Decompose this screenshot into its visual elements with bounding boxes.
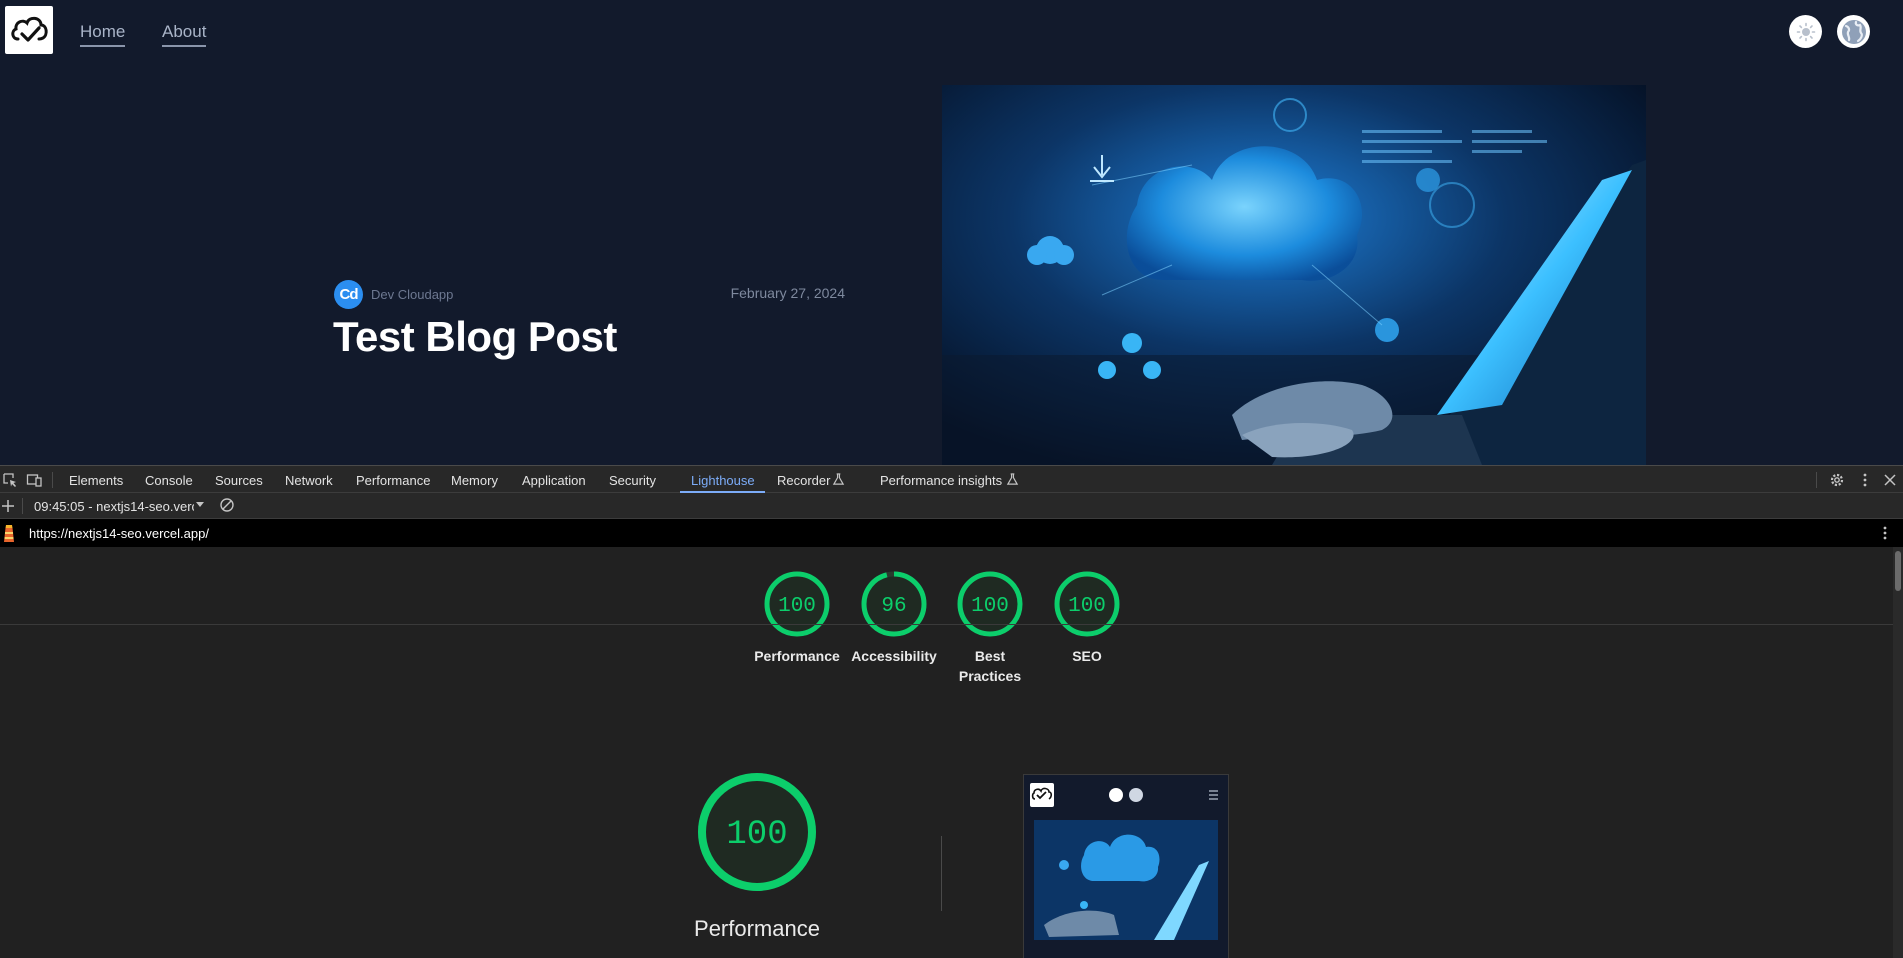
report-selector[interactable]: 09:45:05 - nextjs14-seo.verc — [34, 499, 194, 514]
tab-elements[interactable]: Elements — [69, 473, 123, 488]
toolbar-separator — [1816, 472, 1817, 488]
tab-lighthouse[interactable]: Lighthouse — [691, 473, 755, 488]
gauge-label-seo: SEO — [1072, 648, 1102, 664]
report-menu-icon[interactable] — [1877, 525, 1893, 541]
lighthouse-report — [0, 547, 1893, 958]
report-url[interactable]: https://nextjs14-seo.vercel.app/ — [29, 526, 209, 541]
performance-section-title: Performance — [694, 916, 820, 941]
tab-memory[interactable]: Memory — [451, 473, 498, 488]
website-viewport: Home About Cd Dev Cloudapp February 27, … — [0, 0, 1903, 465]
screen: Home About Cd Dev Cloudapp February 27, … — [0, 0, 1903, 958]
tab-console[interactable]: Console — [145, 473, 193, 488]
page-preview — [1024, 775, 1228, 958]
toolbar-separator — [22, 498, 23, 514]
sun-icon — [1796, 22, 1815, 41]
site-logo[interactable] — [5, 6, 53, 54]
report-url-bar: https://nextjs14-seo.vercel.app/ — [0, 519, 1903, 547]
inspect-element-icon[interactable] — [2, 472, 18, 488]
post-title: Test Blog Post — [333, 313, 617, 360]
gauge-score: 100 — [971, 595, 1009, 618]
nav-home-link[interactable]: Home — [80, 22, 126, 47]
scrollbar-thumb[interactable] — [1895, 551, 1901, 591]
post-date: February 27, 2024 — [730, 285, 845, 301]
globe-icon — [1841, 19, 1866, 44]
gauge-best-practices[interactable]: 100 — [957, 571, 1023, 637]
tab-performance-insights[interactable]: Performance insights — [880, 473, 1002, 488]
theme-toggle-button[interactable] — [1789, 15, 1822, 48]
experimental-flask-icon — [1006, 473, 1019, 485]
plus-icon[interactable] — [0, 498, 16, 514]
device-toolbar-icon[interactable] — [26, 472, 42, 488]
author-avatar: Cd — [334, 280, 363, 309]
lighthouse-logo-icon — [4, 525, 14, 542]
tab-security[interactable]: Security — [609, 473, 656, 488]
tab-application[interactable]: Application — [522, 473, 586, 488]
toolbar-separator — [52, 472, 53, 488]
gauge-accessibility[interactable]: 96 — [861, 571, 927, 637]
gauge-score: 100 — [1068, 595, 1106, 618]
lighthouse-toolbar: 09:45:05 - nextjs14-seo.verc — [0, 493, 1903, 519]
dropdown-arrow-icon[interactable] — [194, 498, 206, 510]
vertical-divider — [941, 836, 942, 911]
more-options-icon[interactable] — [1857, 472, 1873, 488]
gauge-label-best-practices: Best Practices — [958, 648, 1022, 684]
nav-about-link[interactable]: About — [162, 22, 207, 47]
devtools-panel: Elements Console Sources Network Perform… — [0, 465, 1903, 958]
gauge-performance[interactable]: 100 — [764, 571, 830, 637]
gauge-score: 100 — [778, 595, 816, 618]
gauge-score: 96 — [881, 595, 906, 618]
tab-performance[interactable]: Performance — [356, 473, 430, 488]
gauge-seo[interactable]: 100 — [1054, 571, 1120, 637]
devtools-tab-bar: Elements Console Sources Network Perform… — [0, 465, 1903, 493]
tab-recorder[interactable]: Recorder — [777, 473, 830, 488]
gauge-label-performance: Performance — [754, 648, 840, 664]
settings-gear-icon[interactable] — [1829, 472, 1845, 488]
clear-icon[interactable] — [219, 497, 235, 513]
gauge-score: 100 — [726, 816, 787, 854]
final-screenshot-thumbnail[interactable] — [1023, 774, 1229, 958]
gauge-label-accessibility: Accessibility — [851, 648, 937, 664]
author-name: Dev Cloudapp — [371, 287, 454, 302]
hero-image — [942, 85, 1646, 465]
close-icon[interactable] — [1882, 472, 1898, 488]
experimental-flask-icon — [832, 473, 845, 485]
gauge-performance-large: 100 — [698, 773, 816, 891]
report-scrollbar[interactable] — [1893, 547, 1903, 958]
section-divider — [0, 624, 1893, 625]
tab-sources[interactable]: Sources — [215, 473, 263, 488]
tab-network[interactable]: Network — [285, 473, 333, 488]
cloud-laptop-illustration — [942, 85, 1646, 465]
language-button[interactable] — [1837, 15, 1870, 48]
cloud-check-icon — [11, 16, 48, 42]
